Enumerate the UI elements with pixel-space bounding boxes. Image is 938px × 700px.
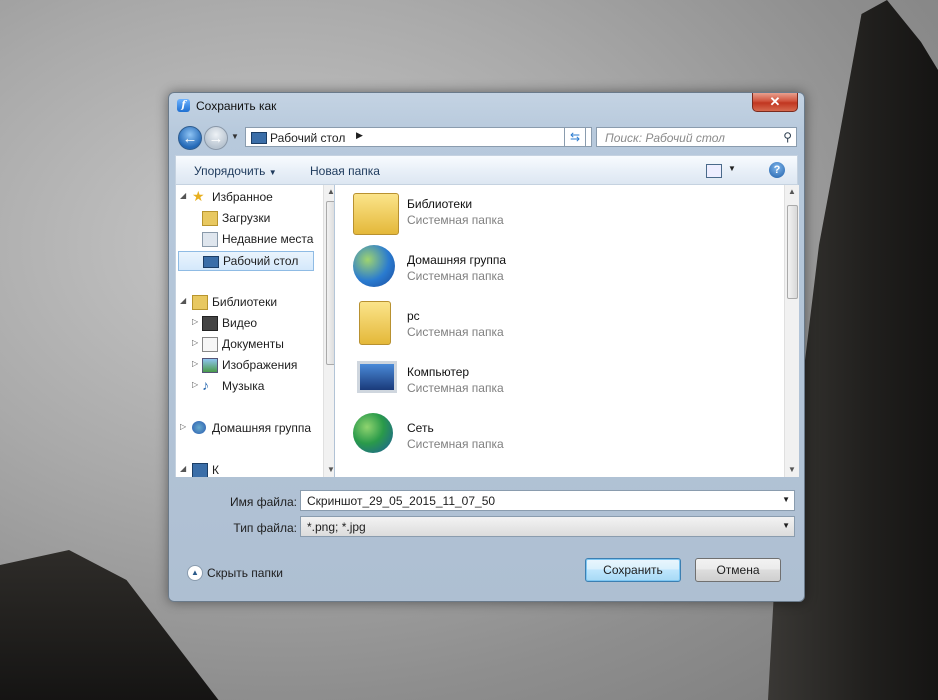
sidebar-item-downloads[interactable]: Загрузки <box>176 208 316 228</box>
star-icon: ★ <box>192 188 205 204</box>
homegroup-icon <box>353 245 395 287</box>
organize-label: Упорядочить <box>194 164 266 178</box>
user-folder-icon <box>359 301 391 345</box>
dialog-title: Сохранить как <box>196 99 277 113</box>
list-item[interactable]: Библиотеки Системная папка <box>353 187 653 239</box>
file-description: Системная папка <box>407 269 504 283</box>
list-item[interactable]: pc Системная папка <box>353 299 653 351</box>
scroll-up-icon[interactable]: ▲ <box>788 187 796 196</box>
filename-field[interactable]: Скриншот_29_05_2015_11_07_50 ▼ <box>300 490 795 511</box>
scroll-down-icon[interactable]: ▼ <box>788 465 796 474</box>
navigation-pane: ◢ ★ Избранное Загрузки Недавние места Ра… <box>175 185 334 477</box>
music-icon: ♪ <box>202 377 209 393</box>
pictures-icon <box>202 358 218 373</box>
filetype-label: Тип файла: <box>233 521 297 535</box>
documents-icon <box>202 337 218 352</box>
sidebar-item-music[interactable]: ▷ ♪ Музыка <box>176 376 316 396</box>
view-dropdown-icon[interactable]: ▼ <box>728 164 736 173</box>
homegroup-icon <box>192 421 206 434</box>
navigation-scrollbar[interactable]: ▲ ▼ <box>323 185 334 477</box>
scroll-down-icon[interactable]: ▼ <box>327 465 334 474</box>
sidebar-item-label: К <box>212 463 219 477</box>
title-bar: f Сохранить как ✕ <box>169 93 804 121</box>
app-icon: f <box>177 99 190 112</box>
libraries-icon <box>353 193 399 235</box>
chevron-down-icon[interactable]: ▼ <box>782 495 790 504</box>
hide-folders-label: Скрыть папки <box>207 566 283 580</box>
chevron-up-icon: ▲ <box>187 565 203 581</box>
file-description: Системная папка <box>407 381 504 395</box>
video-icon <box>202 316 218 331</box>
search-icon[interactable]: ⚲ <box>783 130 792 144</box>
command-bar: Упорядочить ▼ Новая папка ▼ ? <box>175 155 798 185</box>
sidebar-item-favorites[interactable]: ◢ ★ Избранное <box>176 187 316 207</box>
filetype-select[interactable]: *.png; *.jpg ▼ <box>300 516 795 537</box>
refresh-button[interactable]: ⇆ <box>564 127 586 147</box>
search-input[interactable]: Поиск: Рабочий стол ⚲ <box>596 127 797 147</box>
sidebar-item-libraries[interactable]: ◢ Библиотеки <box>176 292 316 312</box>
change-view-icon[interactable] <box>706 164 722 178</box>
file-description: Системная папка <box>407 325 504 339</box>
save-as-dialog: f Сохранить как ✕ ← → ▼ Рабочий стол ▶ ▼… <box>168 92 805 602</box>
breadcrumb-arrow-icon[interactable]: ▶ <box>356 130 363 141</box>
file-name: Домашняя группа <box>407 253 507 267</box>
libraries-icon <box>192 295 208 310</box>
history-dropdown-icon[interactable]: ▼ <box>231 132 239 141</box>
list-item[interactable]: Компьютер Системная папка <box>353 355 653 407</box>
sidebar-item-label: Изображения <box>222 358 298 372</box>
organize-button[interactable]: Упорядочить ▼ <box>194 164 277 178</box>
sidebar-item-label: Музыка <box>222 379 265 393</box>
new-folder-button[interactable]: Новая папка <box>310 164 380 178</box>
sidebar-item-video[interactable]: ▷ Видео <box>176 313 316 333</box>
recent-places-icon <box>202 232 218 247</box>
forward-button[interactable]: → <box>204 126 228 150</box>
search-placeholder: Поиск: Рабочий стол <box>605 131 725 145</box>
sidebar-item-label: Домашняя группа <box>212 421 312 435</box>
navigation-bar: ← → ▼ Рабочий стол ▶ ▼ ⇆ Поиск: Рабочий … <box>175 125 798 151</box>
desktop-icon <box>251 132 267 144</box>
file-description: Системная папка <box>407 437 504 451</box>
list-item[interactable]: Сеть Системная папка <box>353 411 653 463</box>
desktop-icon <box>203 256 219 268</box>
network-icon <box>353 413 393 453</box>
file-list-scrollbar[interactable]: ▲ ▼ <box>784 185 799 477</box>
filename-value: Скриншот_29_05_2015_11_07_50 <box>307 494 496 508</box>
sidebar-item-label: Недавние места <box>222 232 314 246</box>
sidebar-item-desktop[interactable]: Рабочий стол <box>178 251 314 271</box>
sidebar-item-label: Документы <box>222 337 284 351</box>
filename-label: Имя файла: <box>230 495 297 509</box>
address-bar[interactable]: Рабочий стол ▶ ▼ <box>245 127 592 147</box>
cancel-button[interactable]: Отмена <box>695 558 781 582</box>
downloads-icon <box>202 211 218 226</box>
save-button[interactable]: Сохранить <box>585 558 681 582</box>
close-button[interactable]: ✕ <box>752 93 798 112</box>
sidebar-item-homegroup[interactable]: ▷ Домашняя группа <box>176 418 316 438</box>
file-name: Библиотеки <box>407 197 473 211</box>
address-text: Рабочий стол <box>270 131 346 145</box>
file-description: Системная папка <box>407 213 504 227</box>
computer-icon <box>357 361 397 393</box>
scrollbar-thumb[interactable] <box>326 201 334 365</box>
sidebar-item-label: Загрузки <box>222 211 271 225</box>
sidebar-item-label: Рабочий стол <box>223 254 299 268</box>
sidebar-item-recent-places[interactable]: Недавние места <box>176 229 316 249</box>
scrollbar-thumb[interactable] <box>787 205 798 299</box>
chevron-down-icon[interactable]: ▼ <box>782 521 790 530</box>
filetype-value: *.png; *.jpg <box>307 520 366 534</box>
sidebar-item-label: Видео <box>222 316 258 330</box>
list-item[interactable]: Домашняя группа Системная папка <box>353 243 653 295</box>
scroll-up-icon[interactable]: ▲ <box>327 187 334 196</box>
sidebar-item-label: Избранное <box>212 190 273 204</box>
file-name: Компьютер <box>407 365 470 379</box>
sidebar-item-documents[interactable]: ▷ Документы <box>176 334 316 354</box>
help-icon[interactable]: ? <box>769 162 785 178</box>
back-button[interactable]: ← <box>178 126 202 150</box>
file-name: Сеть <box>407 421 434 435</box>
sidebar-item-label: Библиотеки <box>212 295 278 309</box>
computer-icon <box>192 463 208 477</box>
sidebar-item-pictures[interactable]: ▷ Изображения <box>176 355 316 375</box>
sidebar-item-computer[interactable]: ◢ К <box>176 460 316 477</box>
file-name: pc <box>407 309 420 323</box>
file-list: Библиотеки Системная папка Домашняя груп… <box>335 185 784 477</box>
